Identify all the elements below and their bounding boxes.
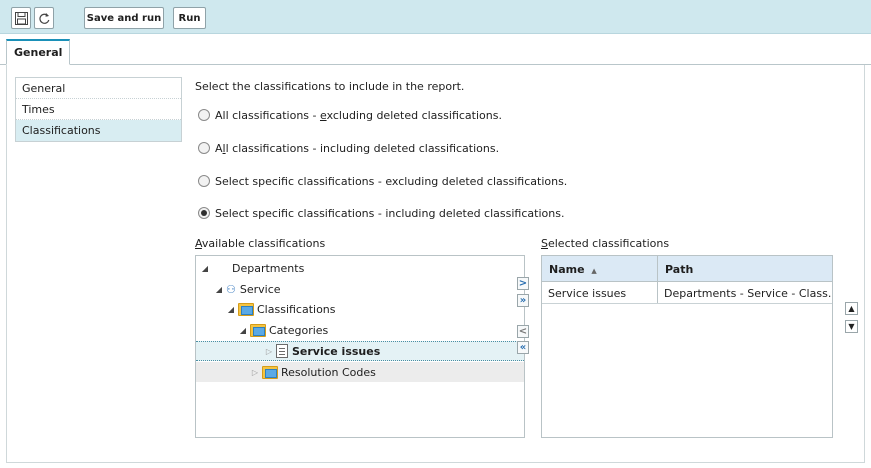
refresh-icon xyxy=(38,12,49,24)
selected-classifications-grid[interactable]: Name ▲ Path Service issues Departments -… xyxy=(541,255,833,438)
sidebar-item-times[interactable]: Times xyxy=(16,99,181,120)
save-and-run-button[interactable]: Save and run xyxy=(84,7,164,29)
table-row[interactable]: Service issues Departments - Service - C… xyxy=(542,282,832,304)
move-up-button[interactable]: ▲ xyxy=(845,302,858,315)
collapsed-arrow-icon[interactable]: ▷ xyxy=(264,347,274,356)
option-all-excluding-deleted[interactable]: All classifications - excluding deleted … xyxy=(198,107,502,123)
remove-selected-button[interactable]: < xyxy=(517,325,529,338)
radio-button[interactable] xyxy=(198,175,210,187)
expand-arrow-icon[interactable]: ◢ xyxy=(238,326,248,335)
radio-button[interactable] xyxy=(198,142,210,154)
instruction-text: Select the classifications to include in… xyxy=(195,80,465,93)
grid-header: Name ▲ Path xyxy=(542,256,832,282)
sidebar: General Times Classifications xyxy=(15,77,182,142)
save-button[interactable] xyxy=(11,7,31,29)
sidebar-item-classifications[interactable]: Classifications xyxy=(16,120,181,141)
option-label: All classifications - excluding deleted … xyxy=(215,108,502,122)
tree-node-resolution-codes[interactable]: ▷ Resolution Codes xyxy=(196,362,524,382)
available-classifications-tree[interactable]: ◢ Departments ◢ ⚇ Service ◢ Classificati… xyxy=(195,255,525,438)
tree-node-service[interactable]: ◢ ⚇ Service xyxy=(196,279,524,299)
cell-name: Service issues xyxy=(548,287,627,300)
available-classifications-label: Available classifications xyxy=(195,237,326,250)
sort-ascending-icon: ▲ xyxy=(591,267,597,275)
folder-icon xyxy=(250,323,266,337)
column-header-name[interactable]: Name ▲ xyxy=(542,256,658,282)
option-label: All classifications - including deleted … xyxy=(215,141,500,155)
tree-node-service-issues[interactable]: ▷ Service issues xyxy=(196,341,524,361)
tab-bar: General xyxy=(0,35,871,65)
radio-button-checked[interactable] xyxy=(198,207,210,219)
cell-path: Departments - Service - Class... xyxy=(664,287,832,300)
tree-node-classifications[interactable]: ◢ Classifications xyxy=(196,299,524,319)
option-specific-including-deleted[interactable]: Select specific classifications - includ… xyxy=(198,205,564,221)
option-label: Select specific classifications - includ… xyxy=(215,206,565,220)
org-chart-icon: ⚇ xyxy=(226,282,236,296)
tab-general[interactable]: General xyxy=(6,39,70,65)
add-all-button[interactable]: » xyxy=(517,294,529,307)
expand-arrow-icon[interactable]: ◢ xyxy=(214,285,224,294)
remove-all-button[interactable]: « xyxy=(517,341,529,354)
expand-arrow-icon[interactable]: ◢ xyxy=(226,305,236,314)
document-icon xyxy=(276,344,288,358)
refresh-button[interactable] xyxy=(34,7,54,29)
sidebar-item-general[interactable]: General xyxy=(16,78,181,99)
selected-classifications-label: Selected classifications xyxy=(541,237,670,250)
move-down-button[interactable]: ▼ xyxy=(845,320,858,333)
run-button[interactable]: Run xyxy=(173,7,206,29)
save-icon xyxy=(14,11,28,25)
option-specific-excluding-deleted[interactable]: Select specific classifications - exclud… xyxy=(198,173,567,189)
folder-icon xyxy=(262,365,278,379)
column-header-path[interactable]: Path xyxy=(658,256,832,282)
tree-node-departments[interactable]: ◢ Departments xyxy=(196,258,524,278)
add-selected-button[interactable]: > xyxy=(517,277,529,290)
toolbar: Save and run Run xyxy=(0,0,871,34)
tree-node-categories[interactable]: ◢ Categories xyxy=(196,320,524,340)
folder-icon xyxy=(238,302,254,316)
radio-button[interactable] xyxy=(198,109,210,121)
expand-arrow-icon[interactable]: ◢ xyxy=(200,264,210,273)
option-label: Select specific classifications - exclud… xyxy=(215,174,568,188)
option-all-including-deleted[interactable]: All classifications - including deleted … xyxy=(198,140,499,156)
collapsed-arrow-icon[interactable]: ▷ xyxy=(250,368,260,377)
